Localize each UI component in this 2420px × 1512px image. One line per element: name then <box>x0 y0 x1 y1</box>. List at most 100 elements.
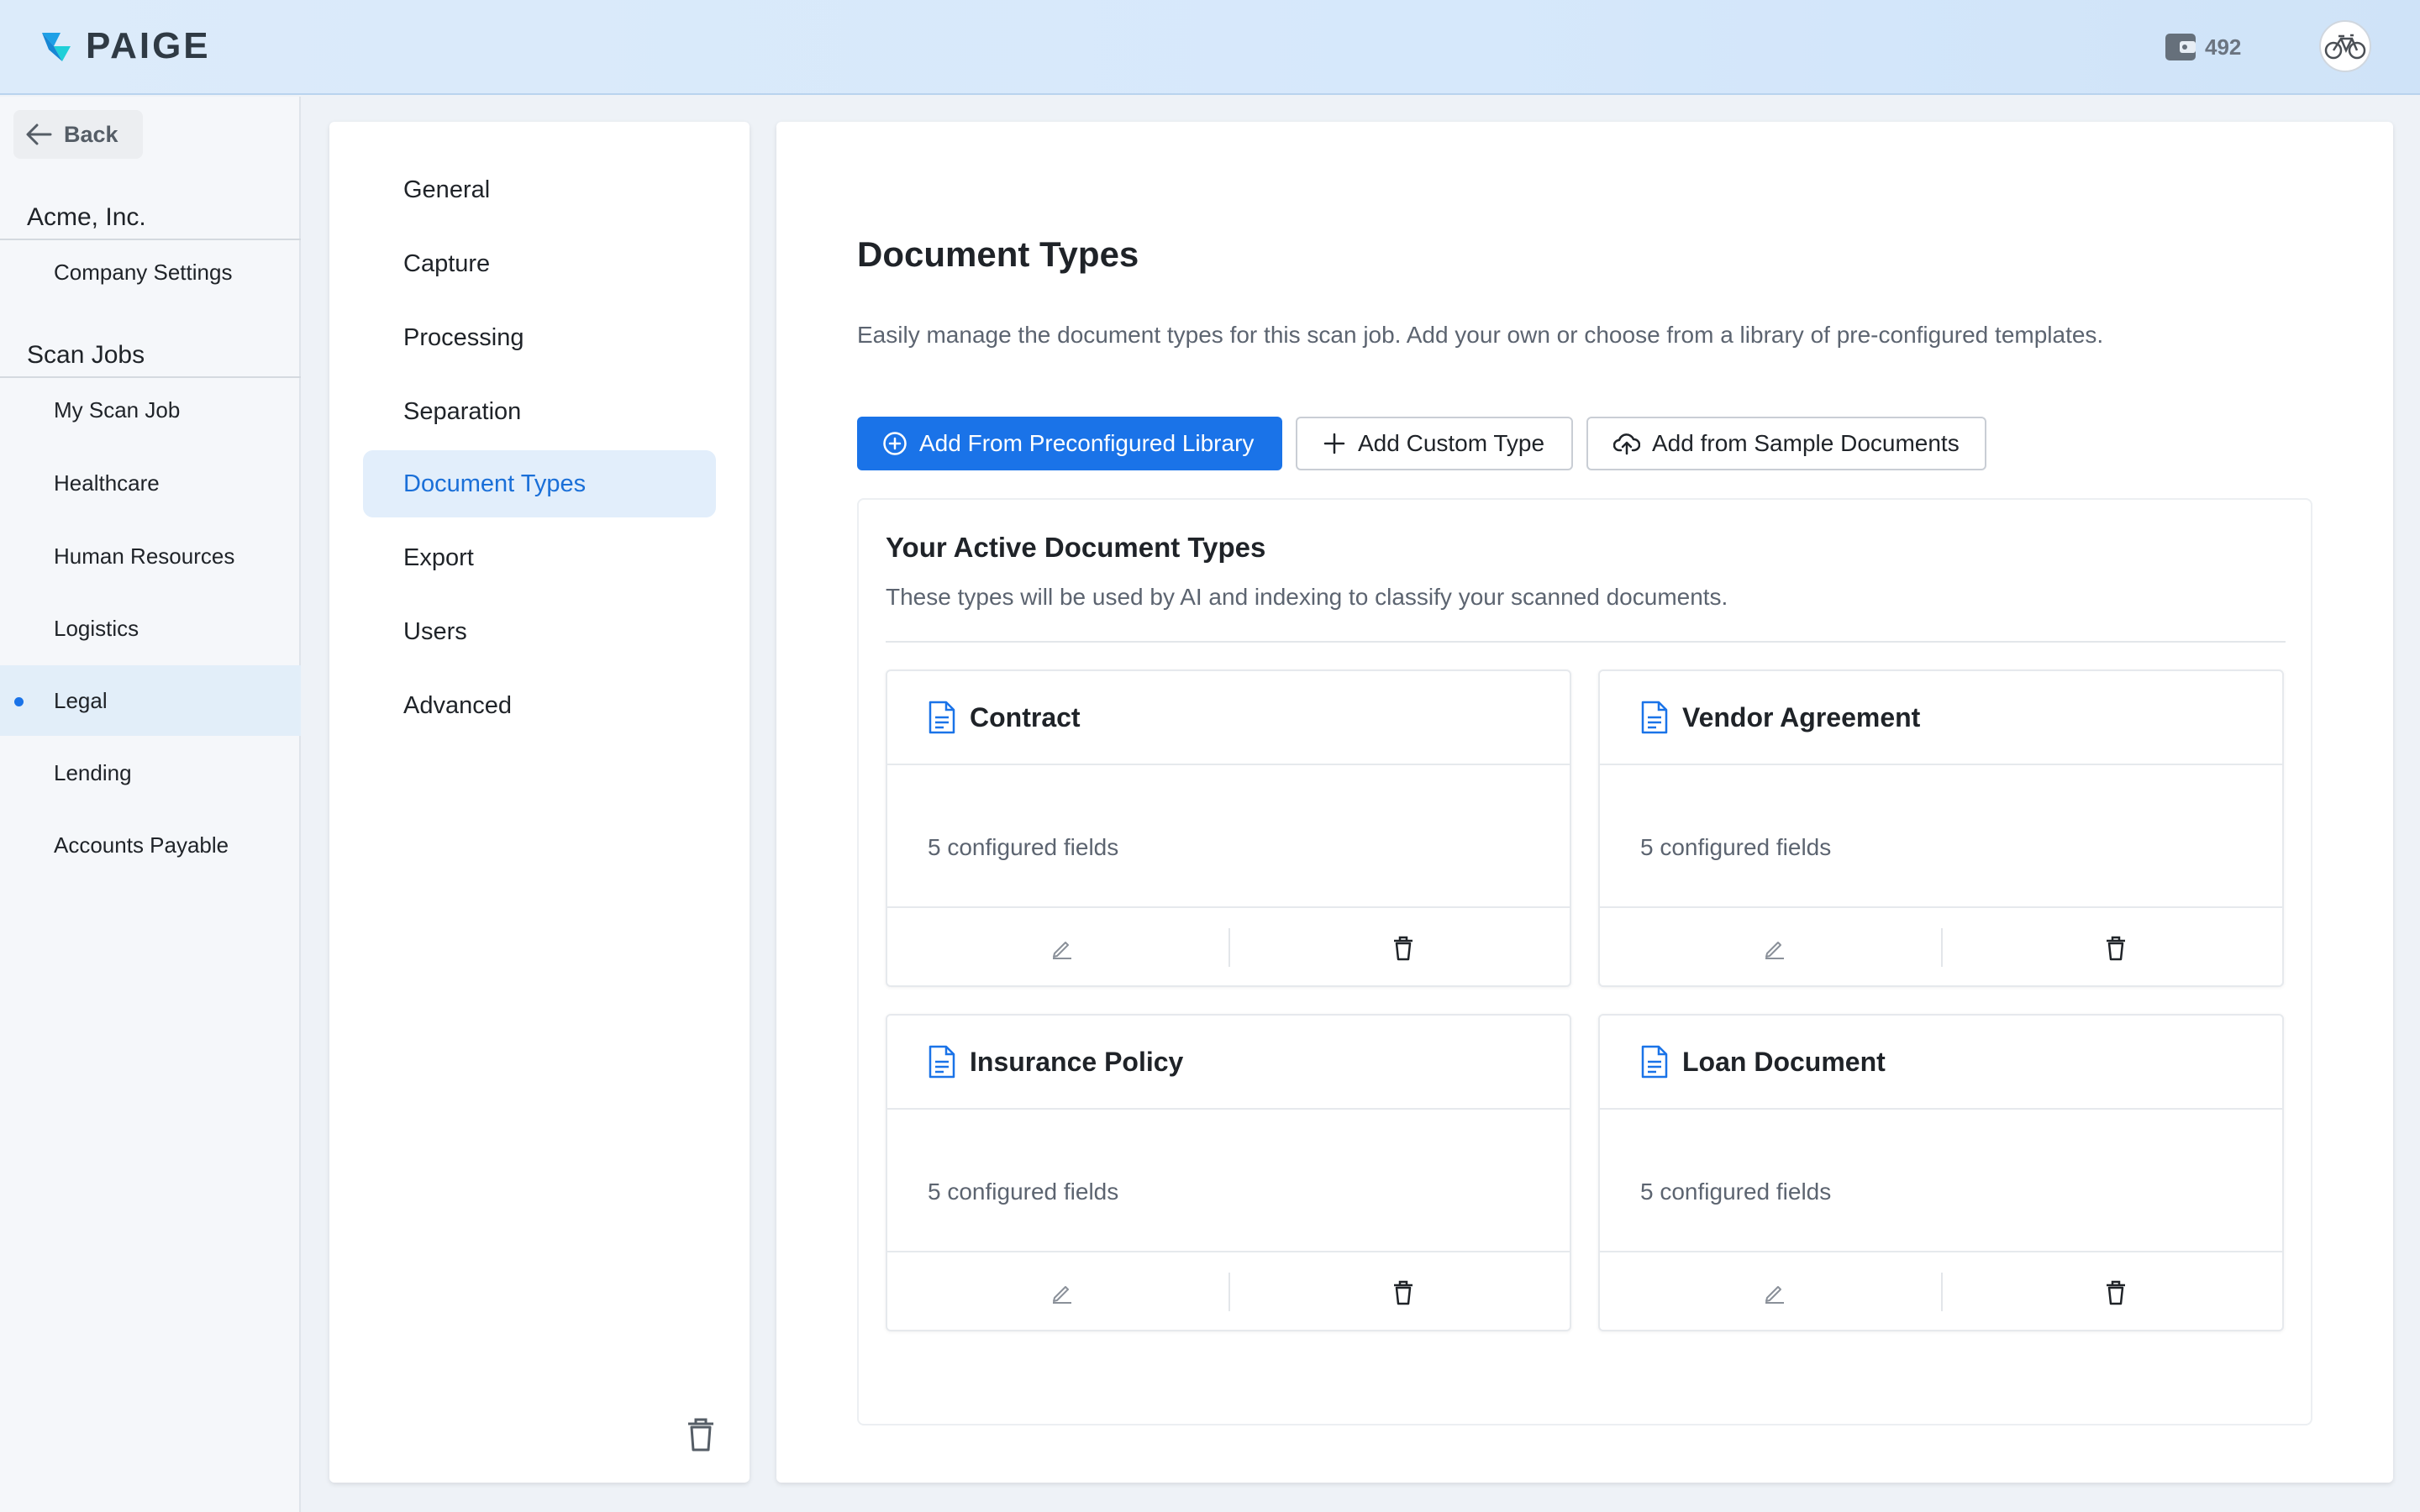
sidebar-item-healthcare[interactable]: Healthcare <box>0 448 301 518</box>
sidebar-item-label: Accounts Payable <box>54 832 229 858</box>
pencil-icon <box>1053 1286 1071 1304</box>
card-actions <box>887 1251 1570 1331</box>
delete-button[interactable] <box>2099 1276 2133 1310</box>
document-icon <box>929 701 955 734</box>
edit-button[interactable] <box>1758 1276 1791 1310</box>
page-description: Easily manage the document types for thi… <box>857 322 2104 348</box>
trash-icon <box>2107 936 2125 961</box>
add-from-library-label: Add From Preconfigured Library <box>919 430 1255 456</box>
document-type-card: Loan Document 5 configured fields <box>1598 1014 2284 1331</box>
document-type-card: Insurance Policy 5 configured fields <box>886 1014 1571 1331</box>
add-from-sample-label: Add from Sample Documents <box>1652 430 1960 456</box>
add-from-library-button[interactable]: Add From Preconfigured Library <box>857 417 1282 470</box>
add-from-sample-button[interactable]: Add from Sample Documents <box>1586 417 1986 470</box>
card-header: Vendor Agreement <box>1600 671 2282 765</box>
delete-button[interactable] <box>1386 932 1420 965</box>
delete-button[interactable] <box>2099 932 2133 965</box>
sidebar-item-label: Human Resources <box>54 543 235 569</box>
sidebar-item-label: Healthcare <box>54 470 160 496</box>
edit-button[interactable] <box>1045 932 1079 965</box>
company-section-title: Acme, Inc. <box>0 203 301 240</box>
delete-button[interactable] <box>1386 1276 1420 1310</box>
nav-item-advanced[interactable]: Advanced <box>363 672 716 739</box>
nav-item-general[interactable]: General <box>363 156 716 223</box>
scan-jobs-section-title: Scan Jobs <box>0 341 301 378</box>
edit-button[interactable] <box>1045 1276 1079 1310</box>
nav-item-label: General <box>403 176 491 203</box>
nav-item-separation[interactable]: Separation <box>363 378 716 445</box>
back-label: Back <box>64 121 118 147</box>
field-count: 5 configured fields <box>1640 1179 1832 1205</box>
divider <box>1941 928 1943 967</box>
card-title: Insurance Policy <box>970 1046 1184 1077</box>
field-count: 5 configured fields <box>1640 834 1832 860</box>
divider <box>1228 928 1230 967</box>
card-header: Insurance Policy <box>887 1016 1570 1110</box>
nav-item-label: Export <box>403 543 474 571</box>
sidebar-item-label: Company Settings <box>54 259 233 285</box>
sidebar-item-my-scan-job[interactable]: My Scan Job <box>0 375 301 445</box>
pencil-icon <box>1765 942 1784 959</box>
card-actions <box>1600 1251 2282 1331</box>
nav-item-processing[interactable]: Processing <box>363 304 716 371</box>
sidebar-item-human-resources[interactable]: Human Resources <box>0 521 301 591</box>
credits-count: 492 <box>2205 34 2242 60</box>
card-actions <box>1600 906 2282 987</box>
main-panel: Document Types Easily manage the documen… <box>776 122 2393 1483</box>
sidebar-item-company-settings[interactable]: Company Settings <box>0 237 301 307</box>
pencil-icon <box>1765 1286 1784 1304</box>
divider <box>886 641 2286 643</box>
sidebar-item-accounts-payable[interactable]: Accounts Payable <box>0 810 301 880</box>
nav-item-document-types[interactable]: Document Types <box>363 450 716 517</box>
divider <box>1941 1273 1943 1311</box>
paige-logo-icon <box>42 33 71 61</box>
add-custom-type-button[interactable]: Add Custom Type <box>1296 417 1573 470</box>
divider <box>1228 1273 1230 1311</box>
trash-icon <box>2107 1280 2125 1305</box>
delete-scan-job-button[interactable] <box>686 1417 716 1457</box>
sidebar-item-label: My Scan Job <box>54 396 181 423</box>
card-actions <box>887 906 1570 987</box>
nav-item-label: Processing <box>403 323 524 351</box>
paige-logo[interactable]: PAIGE <box>37 25 211 67</box>
arrow-left-icon <box>26 123 52 145</box>
credits-display[interactable]: 492 <box>2165 32 2241 62</box>
active-document-types-section: Your Active Document Types These types w… <box>857 498 2312 1425</box>
bicycle-icon <box>2324 34 2366 60</box>
document-type-card: Vendor Agreement 5 configured fields <box>1598 669 2284 987</box>
sidebar-item-logistics[interactable]: Logistics <box>0 593 301 664</box>
active-indicator-dot <box>14 697 24 706</box>
brand-name: PAIGE <box>86 25 211 66</box>
document-icon <box>1641 1045 1668 1079</box>
plus-icon <box>1323 433 1345 454</box>
top-bar: PAIGE 492 <box>0 0 2420 95</box>
section-description: These types will be used by AI and index… <box>886 584 1728 610</box>
card-title: Contract <box>970 701 1081 732</box>
nav-item-label: Users <box>403 617 467 645</box>
field-count: 5 configured fields <box>928 834 1119 860</box>
back-button[interactable]: Back <box>13 110 143 159</box>
document-icon <box>929 1045 955 1079</box>
wallet-icon <box>2165 34 2196 60</box>
card-header: Loan Document <box>1600 1016 2282 1110</box>
page-title: Document Types <box>857 234 1139 274</box>
nav-item-label: Document Types <box>403 470 587 497</box>
sidebar-item-label: Logistics <box>54 615 139 641</box>
add-custom-type-label: Add Custom Type <box>1358 430 1545 456</box>
sidebar-item-legal[interactable]: Legal <box>0 665 301 736</box>
settings-nav-panel: General Capture Processing Separation Do… <box>329 122 750 1483</box>
nav-item-capture[interactable]: Capture <box>363 230 716 297</box>
card-header: Contract <box>887 671 1570 765</box>
edit-button[interactable] <box>1758 932 1791 965</box>
field-count: 5 configured fields <box>928 1179 1119 1205</box>
plus-circle-icon <box>883 432 907 455</box>
cloud-upload-icon <box>1613 433 1640 455</box>
user-avatar[interactable] <box>2319 20 2371 72</box>
nav-item-users[interactable]: Users <box>363 598 716 665</box>
section-title: Your Active Document Types <box>886 532 1266 563</box>
trash-icon <box>1394 936 1413 961</box>
left-sidebar: Back Acme, Inc. Company Settings Scan Jo… <box>0 97 301 1512</box>
pencil-icon <box>1053 942 1071 959</box>
nav-item-export[interactable]: Export <box>363 524 716 591</box>
sidebar-item-lending[interactable]: Lending <box>0 738 301 808</box>
